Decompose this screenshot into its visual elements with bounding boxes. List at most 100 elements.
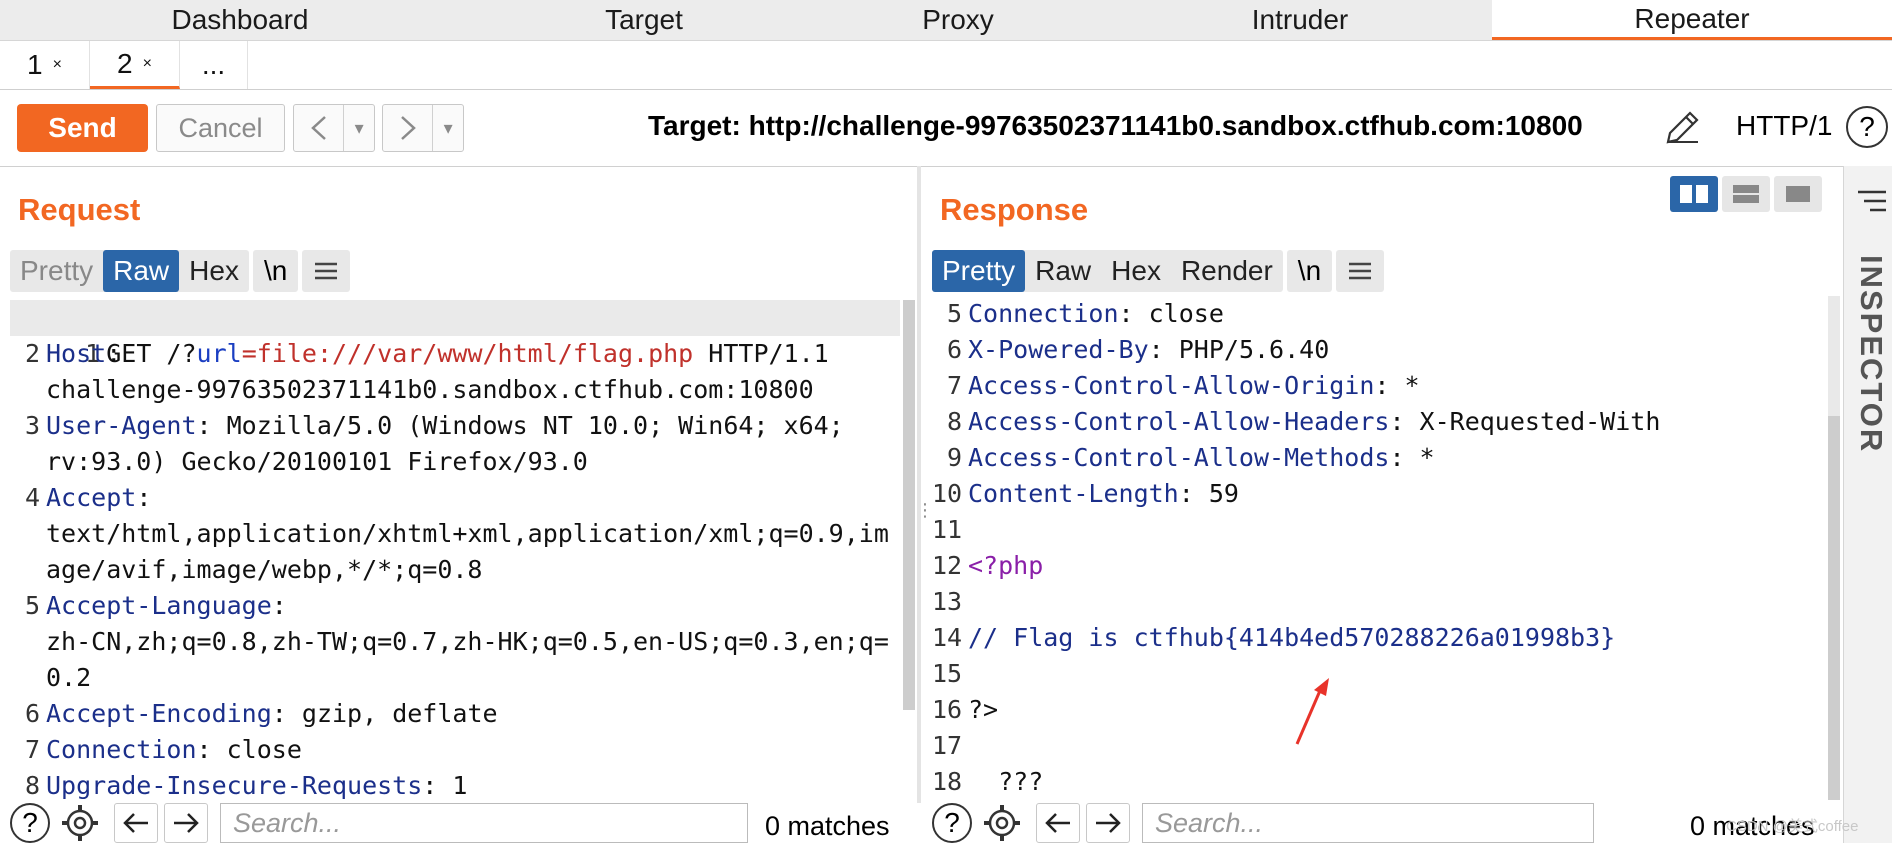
request-line: 6 Accept-Encoding: gzip, deflate xyxy=(10,696,498,732)
request-newline-toggle[interactable]: \n xyxy=(252,250,299,292)
request-line: 2 Host: xyxy=(10,336,121,372)
header-value: 1 xyxy=(437,771,468,800)
request-line: 5 Accept-Language: xyxy=(10,588,287,624)
header-colon: : xyxy=(1389,443,1405,472)
inspector-menu-icon[interactable] xyxy=(1856,188,1888,219)
header-colon: : xyxy=(1178,479,1194,508)
scrollbar-thumb[interactable] xyxy=(1828,416,1840,800)
request-format-pretty[interactable]: Pretty xyxy=(10,250,103,292)
line-number: 7 xyxy=(946,371,962,400)
split-view-icon[interactable] xyxy=(1670,176,1718,212)
repeater-tab-1[interactable]: 1 × xyxy=(0,41,90,89)
help-icon[interactable]: ? xyxy=(932,803,972,843)
request-scrollbar[interactable] xyxy=(903,300,915,710)
help-icon[interactable]: ? xyxy=(1846,106,1888,148)
repeater-tab-2[interactable]: 2 × xyxy=(90,41,180,89)
response-format-raw[interactable]: Raw xyxy=(1025,250,1101,292)
header-value: Mozilla/5.0 (Windows NT 10.0; Win64; x64… xyxy=(211,411,844,440)
request-format-hex[interactable]: Hex xyxy=(179,250,249,292)
next-match-arrow-icon[interactable] xyxy=(164,803,208,843)
repeater-tab-label: 1 xyxy=(27,49,43,80)
request-line-text: rv:93.0) Gecko/20100101 Firefox/93.0 xyxy=(46,447,588,476)
chevron-down-icon[interactable]: ▾ xyxy=(432,105,463,151)
http-version-selector[interactable]: HTTP/1 xyxy=(1736,110,1832,142)
gear-icon[interactable] xyxy=(58,803,102,848)
gear-icon[interactable] xyxy=(980,803,1024,848)
menu-icon[interactable] xyxy=(302,250,351,292)
line-number: 4 xyxy=(24,483,40,512)
response-line: 17 xyxy=(932,728,968,764)
inspector-label[interactable]: INSPECTOR xyxy=(1853,255,1889,453)
response-scrollbar[interactable] xyxy=(1828,296,1840,800)
request-search-input[interactable]: Search... xyxy=(220,803,748,843)
tab-dashboard[interactable]: Dashboard xyxy=(0,0,480,40)
tab-repeater[interactable]: Repeater xyxy=(1492,0,1892,40)
line-number: 17 xyxy=(932,731,963,760)
request-line: challenge-99763502371141b0.sandbox.ctfhu… xyxy=(10,372,814,408)
cancel-button[interactable]: Cancel xyxy=(156,104,285,152)
send-button[interactable]: Send xyxy=(17,104,148,152)
next-match-arrow-icon[interactable] xyxy=(1086,803,1130,843)
header-value: gzip, deflate xyxy=(286,699,498,728)
response-line: 5 Connection: close xyxy=(932,296,1224,332)
line-number: 12 xyxy=(932,551,963,580)
repeater-tab-more[interactable]: ... xyxy=(180,41,248,89)
request-format-raw[interactable]: Raw xyxy=(103,250,180,292)
previous-match-arrow-icon[interactable] xyxy=(1036,803,1080,843)
response-line-text: <?php xyxy=(968,551,1044,580)
pencil-icon[interactable] xyxy=(1660,106,1704,150)
header-name: User-Agent xyxy=(46,411,197,440)
header-colon: : xyxy=(1374,371,1390,400)
line-number: 9 xyxy=(946,443,962,472)
split-divider[interactable] xyxy=(917,166,921,803)
response-newline-toggle[interactable]: \n xyxy=(1286,250,1333,292)
response-search-input[interactable]: Search... xyxy=(1142,803,1594,843)
history-forward-control[interactable]: ▾ xyxy=(382,104,464,152)
header-name: Accept xyxy=(46,483,137,512)
close-icon[interactable]: × xyxy=(53,56,62,74)
request-line: 0.2 xyxy=(10,660,91,696)
history-back-control[interactable]: ▾ xyxy=(293,104,375,152)
response-format-render[interactable]: Render xyxy=(1171,250,1283,292)
response-format-pretty[interactable]: Pretty xyxy=(932,250,1026,292)
target-host-label: Target: http://challenge-99763502371141b… xyxy=(648,110,1583,141)
request-format-bar: Pretty Raw Hex \n xyxy=(10,250,351,292)
close-icon[interactable]: × xyxy=(143,55,152,73)
response-line: 9 Access-Control-Allow-Methods: * xyxy=(932,440,1435,476)
forward-arrow-icon[interactable] xyxy=(383,105,432,151)
scrollbar-thumb[interactable] xyxy=(903,300,915,710)
tab-intruder[interactable]: Intruder xyxy=(1108,0,1492,40)
chevron-down-icon[interactable]: ▾ xyxy=(343,105,374,151)
previous-match-arrow-icon[interactable] xyxy=(114,803,158,843)
stacked-view-icon[interactable] xyxy=(1722,176,1770,212)
header-name: Connection xyxy=(968,299,1119,328)
request-line: text/html,application/xhtml+xml,applicat… xyxy=(10,516,889,552)
line-number: 18 xyxy=(932,767,963,796)
back-arrow-icon[interactable] xyxy=(294,105,343,151)
single-view-icon[interactable] xyxy=(1774,176,1822,212)
response-line-text: // Flag is ctfhub{414b4ed570288226a01998… xyxy=(968,623,1616,652)
response-line: 15 xyxy=(932,656,968,692)
menu-icon[interactable] xyxy=(1336,250,1385,292)
header-name: Access-Control-Allow-Methods xyxy=(968,443,1390,472)
request-editor[interactable]: 1 GET /?url=file:///var/www/html/flag.php… xyxy=(10,300,900,800)
request-line: 1 GET /?url=file:///var/www/html/flag.php… xyxy=(10,300,829,368)
tab-proxy[interactable]: Proxy xyxy=(808,0,1108,40)
response-editor[interactable]: 5 Connection: close 6 X-Powered-By: PHP/5.6… xyxy=(932,296,1822,800)
response-line: 14// Flag is ctfhub{414b4ed570288226a019… xyxy=(932,620,1615,656)
line-number: 8 xyxy=(24,771,40,800)
response-format-bar: Pretty Raw Hex Render \n xyxy=(932,250,1385,292)
header-colon: : xyxy=(422,771,438,800)
repeater-toolbar: Send Cancel ▾ ▾ Target: http://challenge… xyxy=(0,90,1892,167)
help-icon[interactable]: ? xyxy=(10,803,50,843)
line-number: 7 xyxy=(24,735,40,764)
response-format-hex[interactable]: Hex xyxy=(1101,250,1171,292)
request-line: 4 Accept: xyxy=(10,480,151,516)
line-number: 3 xyxy=(24,411,40,440)
request-line-text: challenge-99763502371141b0.sandbox.ctfhu… xyxy=(46,375,814,404)
response-line: 16 ?> xyxy=(932,692,998,728)
tab-target[interactable]: Target xyxy=(480,0,808,40)
header-value: * xyxy=(1404,443,1435,472)
request-line: 8 Upgrade-Insecure-Requests: 1 xyxy=(10,768,468,804)
request-line-text: zh-CN,zh;q=0.8,zh-TW;q=0.7,zh-HK;q=0.5,e… xyxy=(46,627,889,656)
